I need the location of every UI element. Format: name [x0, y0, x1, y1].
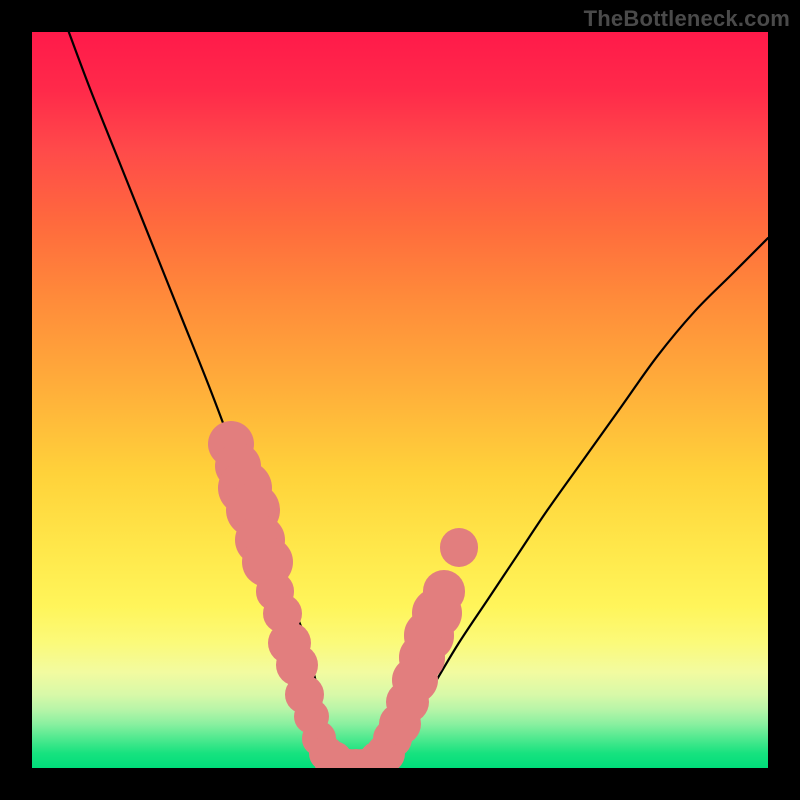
highlight-dot: [440, 528, 479, 567]
watermark-label: TheBottleneck.com: [584, 6, 790, 32]
plot-area: [32, 32, 768, 768]
chart-frame: TheBottleneck.com: [0, 0, 800, 800]
highlight-dot: [423, 570, 465, 612]
